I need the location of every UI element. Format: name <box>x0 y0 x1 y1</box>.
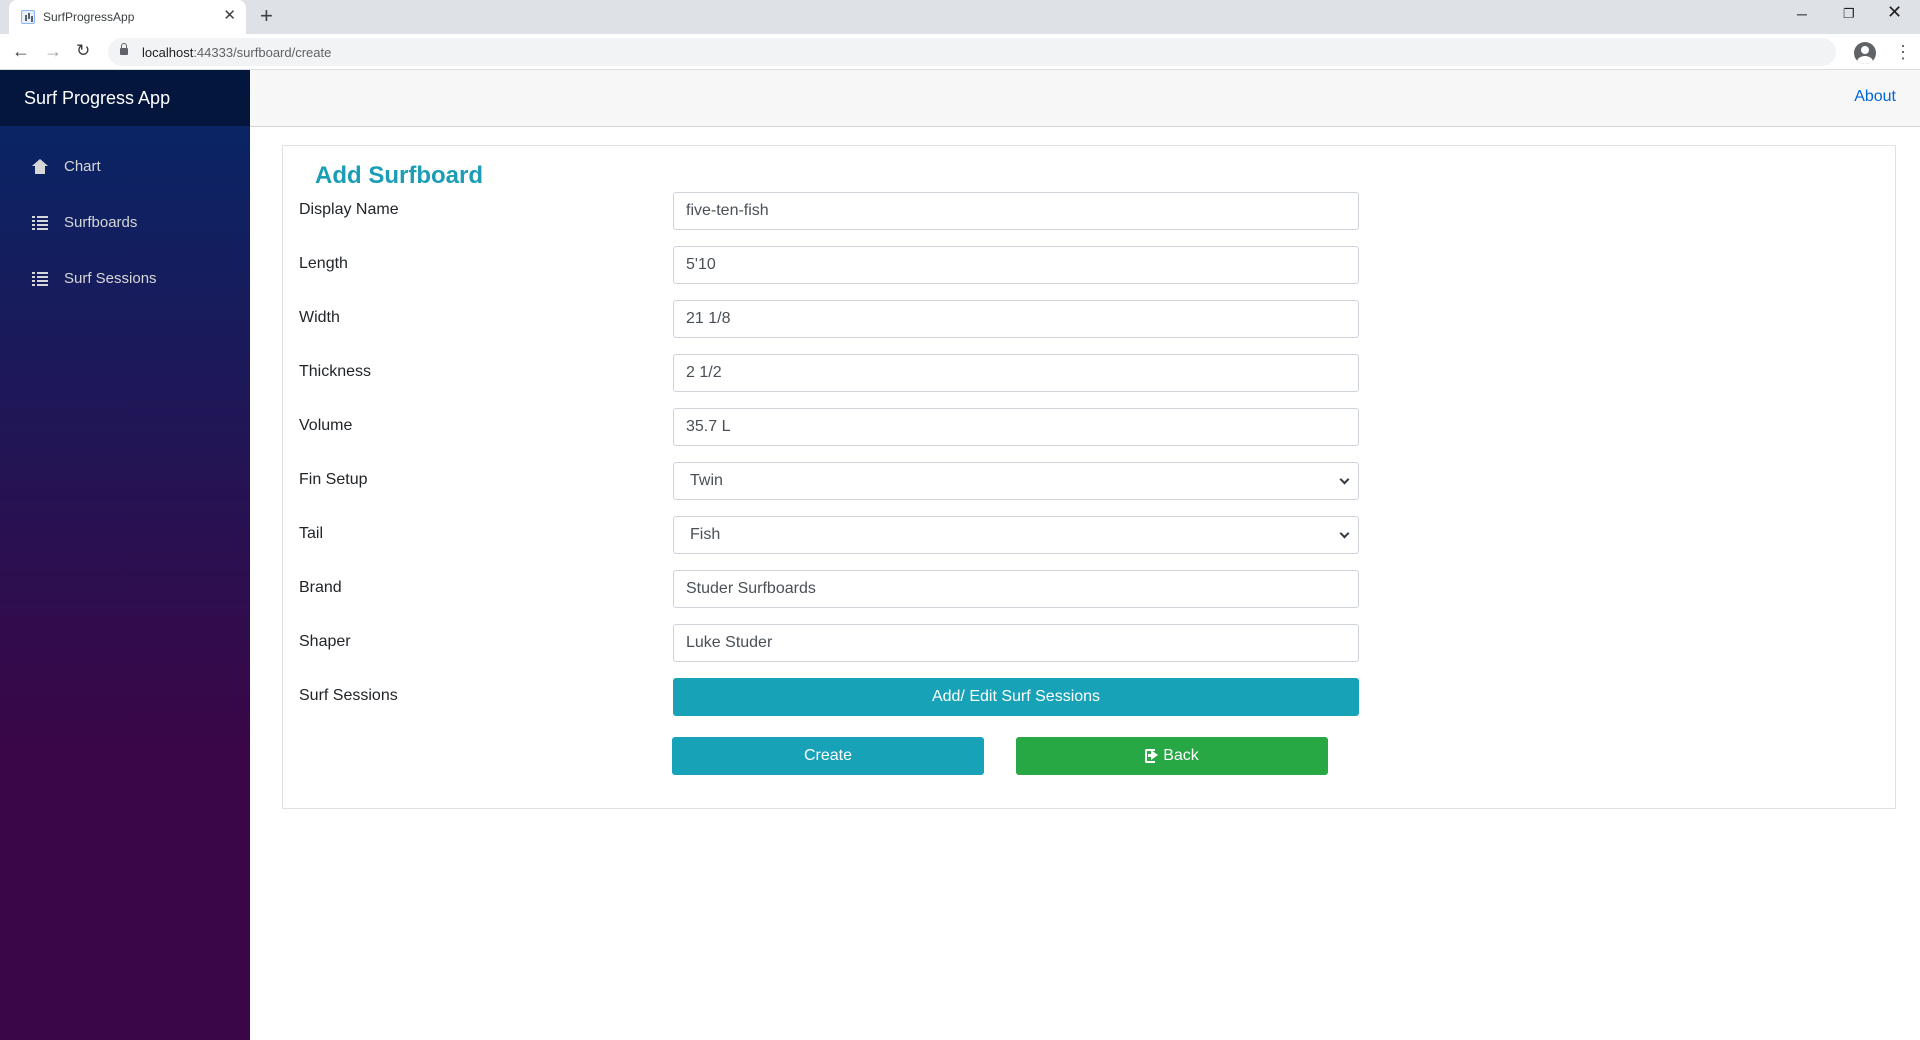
surf-sessions-row: Surf Sessions Add/ Edit Surf Sessions <box>299 678 1399 727</box>
add-surfboard-card: Add Surfboard Display Name five-ten-fish… <box>282 145 1896 809</box>
shaper-input[interactable]: Luke Studer <box>673 624 1359 662</box>
list-icon <box>32 271 48 287</box>
url-text[interactable]: localhost:44333/surfboard/create <box>142 45 331 60</box>
top-bar: About <box>250 70 1920 127</box>
address-bar[interactable]: localhost:44333/surfboard/create ☆ <box>108 38 1836 66</box>
length-row: Length 5'10 <box>299 246 1399 295</box>
tail-select[interactable]: Fish <box>673 516 1359 554</box>
sidebar-item-label: Surfboards <box>64 214 138 231</box>
browser-menu-icon[interactable]: ⋮ <box>1894 41 1912 63</box>
list-icon <box>32 215 48 231</box>
restore-icon[interactable]: ❐ <box>1843 6 1855 22</box>
tail-label: Tail <box>299 525 324 542</box>
browser-tabstrip: SurfProgressApp ✕ + ─ ❐ ✕ <box>0 0 1920 34</box>
tail-value: Fish <box>690 526 721 543</box>
width-input[interactable]: 21 1/8 <box>673 300 1359 338</box>
account-icon[interactable] <box>1854 42 1876 64</box>
home-icon <box>32 159 48 175</box>
tail-row: Tail Fish <box>299 516 1399 565</box>
brand-row: Brand Studer Surfboards <box>299 570 1399 619</box>
volume-label: Volume <box>299 417 353 434</box>
back-button[interactable]: Back <box>1016 737 1328 775</box>
browser-tab[interactable]: SurfProgressApp ✕ <box>9 0 246 34</box>
display-name-input[interactable]: five-ten-fish <box>673 192 1359 230</box>
sidebar-item-surfboards[interactable]: Surfboards <box>0 202 250 242</box>
brand-input[interactable]: Studer Surfboards <box>673 570 1359 608</box>
sidebar-item-chart[interactable]: Chart <box>0 146 250 186</box>
shaper-row: Shaper Luke Studer <box>299 624 1399 673</box>
volume-row: Volume 35.7 L <box>299 408 1399 457</box>
sidebar-item-label: Chart <box>64 158 101 175</box>
surf-sessions-label: Surf Sessions <box>299 687 398 704</box>
minimize-icon[interactable]: ─ <box>1797 6 1807 22</box>
edit-surf-sessions-button[interactable]: Add/ Edit Surf Sessions <box>673 678 1359 716</box>
window-close-icon[interactable]: ✕ <box>1887 3 1902 21</box>
shaper-label: Shaper <box>299 633 351 650</box>
width-row: Width 21 1/8 <box>299 300 1399 349</box>
length-input[interactable]: 5'10 <box>673 246 1359 284</box>
lock-icon[interactable] <box>120 43 128 55</box>
display-name-label: Display Name <box>299 201 399 218</box>
back-arrow-icon[interactable]: ← <box>12 41 30 61</box>
thickness-label: Thickness <box>299 363 372 380</box>
sidebar: Surf Progress App Chart Surfboards Surf … <box>0 70 250 1040</box>
sidebar-item-label: Surf Sessions <box>64 270 157 287</box>
forward-arrow-icon[interactable]: → <box>44 41 62 61</box>
thickness-row: Thickness 2 1/2 <box>299 354 1399 403</box>
display-name-row: Display Name five-ten-fish <box>299 192 1399 241</box>
brand-label: Brand <box>299 579 342 596</box>
length-label: Length <box>299 255 348 272</box>
fin-setup-value: Twin <box>690 472 723 489</box>
sign-out-icon <box>1145 749 1159 763</box>
chevron-down-icon <box>1339 528 1350 539</box>
about-link[interactable]: About <box>1854 88 1896 106</box>
tab-title: SurfProgressApp <box>43 10 135 24</box>
fin-setup-row: Fin Setup Twin <box>299 462 1399 511</box>
tab-close-icon[interactable]: ✕ <box>223 8 236 24</box>
fin-setup-label: Fin Setup <box>299 471 368 488</box>
sidebar-brand: Surf Progress App <box>0 70 250 126</box>
reload-icon[interactable]: ↻ <box>76 41 90 61</box>
browser-toolbar: ← → ↻ localhost:44333/surfboard/create ☆ <box>0 34 1920 70</box>
brand-title[interactable]: Surf Progress App <box>24 88 170 109</box>
fin-setup-select[interactable]: Twin <box>673 462 1359 500</box>
page-title: Add Surfboard <box>315 162 483 189</box>
new-tab-icon[interactable]: + <box>260 5 273 27</box>
thickness-input[interactable]: 2 1/2 <box>673 354 1359 392</box>
width-label: Width <box>299 309 340 326</box>
favicon-icon <box>21 10 35 24</box>
create-button[interactable]: Create <box>672 737 984 775</box>
chevron-down-icon <box>1339 474 1350 485</box>
back-button-label: Back <box>1163 747 1199 764</box>
volume-input[interactable]: 35.7 L <box>673 408 1359 446</box>
sidebar-item-surf-sessions[interactable]: Surf Sessions <box>0 258 250 298</box>
